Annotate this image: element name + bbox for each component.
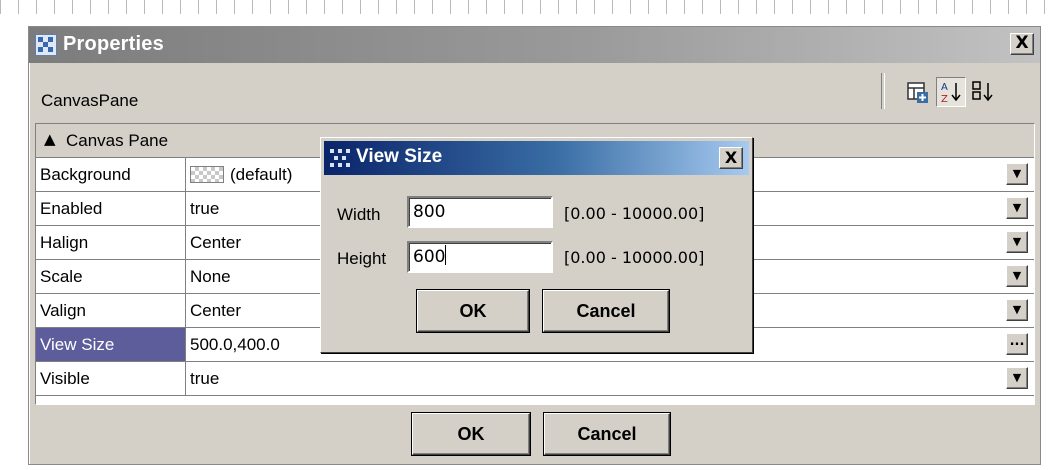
dialog-icon (330, 149, 350, 167)
text-caret (445, 245, 447, 265)
property-name: View Size (36, 328, 186, 361)
dialog-ok-button[interactable]: OK (417, 290, 529, 332)
collapse-arrow-icon[interactable]: ▲ (44, 130, 56, 148)
height-field[interactable]: 600 (407, 241, 553, 273)
dropdown-arrow-icon[interactable]: ▼ (1006, 231, 1028, 253)
view-size-dialog: View Size X Width 800 [0.00 - 10000.00] … (320, 137, 753, 353)
properties-icon (35, 34, 57, 56)
property-value[interactable]: None (190, 260, 231, 293)
sort-by-type-icon (972, 81, 993, 102)
ellipsis-button[interactable]: ... (1006, 333, 1028, 355)
width-range: [0.00 - 10000.00] (564, 204, 705, 223)
property-name: Enabled (36, 192, 186, 225)
group-label: Canvas Pane (66, 131, 169, 150)
property-value[interactable]: true (190, 362, 219, 395)
property-value[interactable]: 500.0,400.0 (190, 328, 280, 361)
property-value[interactable]: Center (190, 294, 241, 327)
sort-alphabetical-button[interactable]: A Z (936, 77, 966, 107)
property-name: Scale (36, 260, 186, 293)
height-range: [0.00 - 10000.00] (564, 248, 705, 267)
dialog-close-button[interactable]: X (719, 147, 743, 169)
svg-text:A: A (941, 82, 948, 93)
svg-text:Z: Z (941, 94, 948, 105)
color-swatch-icon (190, 166, 224, 183)
window-close-button[interactable]: X (1010, 33, 1034, 55)
property-name: Background (36, 158, 186, 191)
height-field-value: 600 (413, 247, 446, 267)
dropdown-arrow-icon[interactable]: ▼ (1006, 299, 1028, 321)
top-ruler (0, 0, 1051, 14)
object-name: CanvasPane (41, 91, 139, 110)
dropdown-arrow-icon[interactable]: ▼ (1006, 163, 1028, 185)
window-title: Properties (63, 33, 164, 55)
toolbar-separator (881, 73, 885, 109)
height-label: Height (337, 249, 387, 268)
window-titlebar[interactable]: Properties X (29, 27, 1040, 63)
property-value[interactable]: Center (190, 226, 241, 259)
dropdown-arrow-icon[interactable]: ▼ (1006, 367, 1028, 389)
width-field[interactable]: 800 (407, 196, 553, 228)
add-property-button[interactable] (903, 77, 933, 107)
cancel-button[interactable]: Cancel (544, 413, 670, 455)
dropdown-arrow-icon[interactable]: ▼ (1006, 197, 1028, 219)
property-value[interactable]: true (190, 192, 219, 225)
width-label: Width (337, 205, 381, 224)
property-name: Halign (36, 226, 186, 259)
dialog-cancel-button[interactable]: Cancel (543, 290, 669, 332)
ok-button[interactable]: OK (412, 413, 530, 455)
dialog-titlebar[interactable]: View Size X (324, 141, 749, 175)
sort-alphabetical-icon: A Z (941, 82, 961, 105)
dialog-title: View Size (356, 146, 443, 167)
property-name: Visible (36, 362, 186, 395)
property-value[interactable]: (default) (230, 158, 292, 191)
property-name: Valign (36, 294, 186, 327)
dropdown-arrow-icon[interactable]: ▼ (1006, 265, 1028, 287)
add-property-icon (907, 82, 928, 103)
property-row-visible[interactable]: Visible true ▼ (36, 362, 1034, 396)
sort-by-type-button[interactable] (969, 77, 999, 107)
